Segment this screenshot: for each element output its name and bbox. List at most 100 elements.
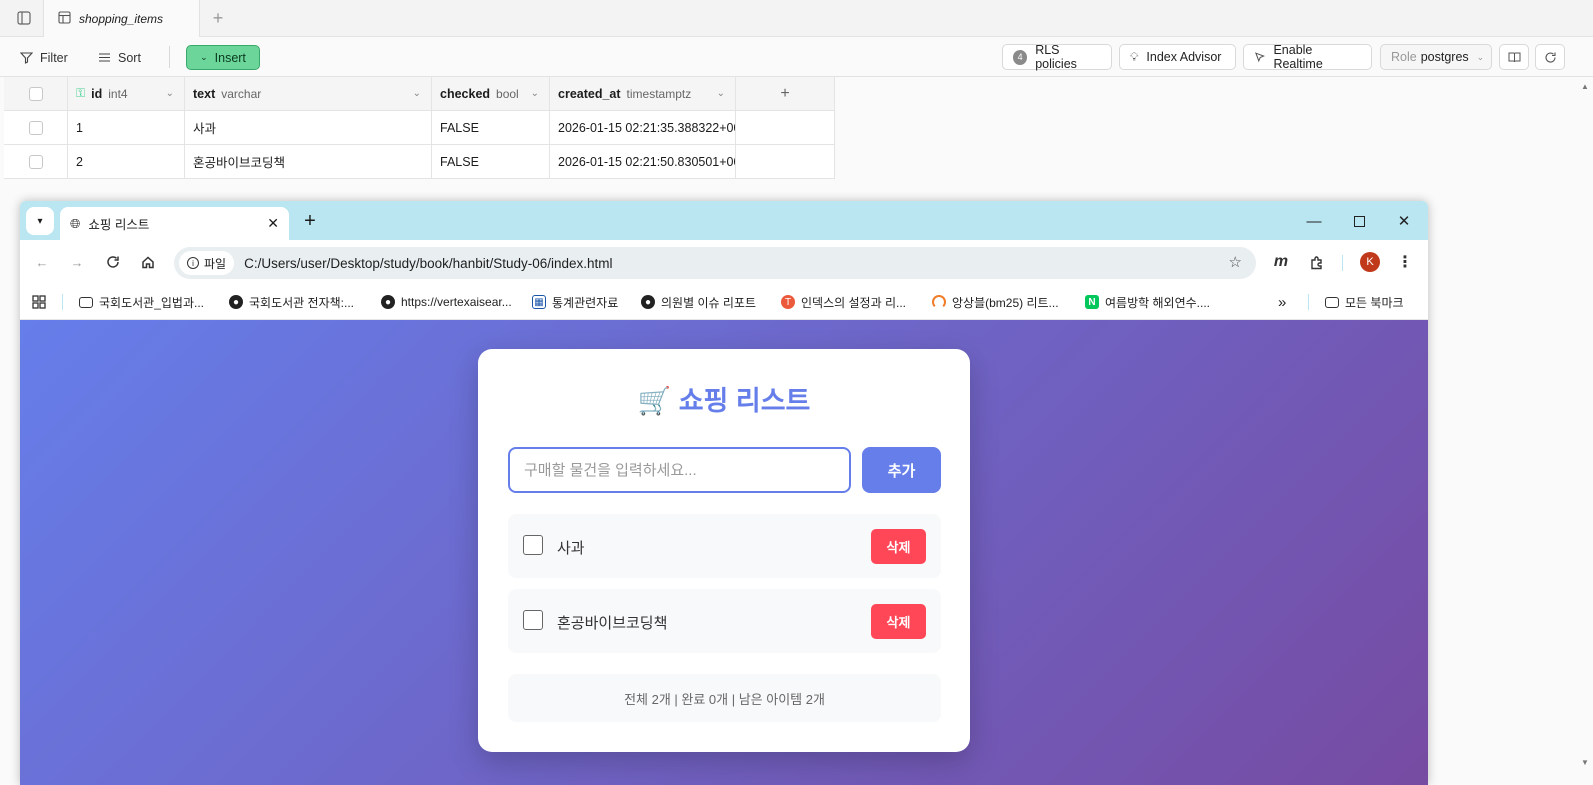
index-advisor-button[interactable]: 💡︎ Index Advisor bbox=[1119, 44, 1236, 70]
row-checkbox[interactable] bbox=[28, 120, 43, 135]
column-header-id[interactable]: ⚿ id int4 ⌄ bbox=[68, 77, 185, 110]
browser-tab[interactable]: 🌐︎ 쇼핑 리스트 ✕ bbox=[60, 207, 289, 240]
column-type: varchar bbox=[221, 86, 262, 101]
add-button[interactable]: 추가 bbox=[862, 447, 941, 493]
all-bookmarks-label: 모든 북마크 bbox=[1345, 295, 1404, 310]
rls-count-badge: 4 bbox=[1013, 49, 1028, 65]
chevron-down-icon[interactable]: ⌄ bbox=[413, 88, 421, 99]
extensions-puzzle-icon[interactable] bbox=[1305, 250, 1329, 274]
bookmark-item[interactable]: T 인덱스의 설정과 리... bbox=[781, 293, 906, 311]
cell-text[interactable]: 사과 bbox=[185, 111, 432, 144]
rls-label: RLS policies bbox=[1035, 43, 1077, 71]
add-column-button[interactable]: + bbox=[736, 77, 835, 110]
site-info-chip[interactable]: i 파일 bbox=[179, 251, 235, 275]
column-name: created_at bbox=[558, 86, 621, 101]
bookmark-item[interactable]: ● 의원별 이슈 리포트 bbox=[641, 293, 756, 311]
bookmark-item[interactable]: N 여름방학 해외연수.... bbox=[1085, 293, 1210, 311]
column-header-checked[interactable]: checked bool ⌄ bbox=[432, 77, 550, 110]
close-window-icon[interactable]: ✕ bbox=[1392, 209, 1416, 233]
more-bookmarks-chevron-icon[interactable]: » bbox=[1278, 293, 1286, 311]
editor-tabbar: shopping_items + bbox=[0, 0, 1593, 37]
row-checkbox[interactable] bbox=[28, 154, 43, 169]
column-header-text[interactable]: text varchar ⌄ bbox=[185, 77, 432, 110]
bookmark-item[interactable]: 국회도서관_입법과... bbox=[79, 293, 204, 311]
browser-titlebar: ▾ 🌐︎ 쇼핑 리스트 ✕ + — ✕ bbox=[20, 201, 1428, 240]
apps-grid-icon[interactable] bbox=[32, 293, 46, 311]
item-checkbox[interactable] bbox=[523, 535, 543, 555]
sidebar-toggle-icon[interactable] bbox=[4, 0, 44, 36]
column-type: timestamptz bbox=[626, 86, 692, 101]
back-arrow-icon[interactable]: ← bbox=[30, 250, 54, 274]
bookmark-label: 앙상블(bm25) 리트... bbox=[952, 295, 1059, 310]
extension-m-icon[interactable]: m bbox=[1269, 250, 1293, 274]
all-bookmarks-folder[interactable]: 모든 북마크 bbox=[1325, 293, 1404, 311]
delete-button[interactable]: 삭제 bbox=[871, 604, 926, 639]
home-icon[interactable] bbox=[136, 250, 160, 274]
tab-search-button[interactable]: ▾ bbox=[26, 207, 54, 235]
close-tab-icon[interactable]: ✕ bbox=[267, 215, 279, 232]
bookmark-star-icon[interactable]: ☆ bbox=[1229, 253, 1242, 271]
sort-button[interactable]: Sort bbox=[90, 45, 149, 70]
stats-doc-icon: ▦ bbox=[532, 295, 546, 309]
role-select[interactable]: Role postgres ⌄ bbox=[1380, 44, 1492, 70]
cell-id[interactable]: 1 bbox=[68, 111, 185, 144]
cell-created-at[interactable]: 2026-01-15 02:21:50.830501+00 bbox=[550, 145, 736, 178]
cell-id[interactable]: 2 bbox=[68, 145, 185, 178]
new-item-input[interactable] bbox=[508, 447, 851, 493]
bookmark-label: 통계관련자료 bbox=[552, 295, 619, 310]
bookmark-item[interactable]: ▦ 통계관련자료 bbox=[532, 293, 618, 311]
filter-button[interactable]: Filter bbox=[12, 45, 76, 70]
sort-icon bbox=[99, 53, 110, 62]
insert-button[interactable]: ⌄ Insert bbox=[186, 45, 260, 70]
minimize-icon[interactable]: — bbox=[1302, 209, 1326, 233]
data-grid: ⚿ id int4 ⌄ text varchar ⌄ checked bool … bbox=[4, 77, 835, 179]
add-tab-button[interactable]: + bbox=[206, 6, 230, 30]
arc-icon bbox=[932, 295, 946, 309]
forward-arrow-icon[interactable]: → bbox=[65, 250, 89, 274]
bookmark-item[interactable]: ● 국회도서관 전자책:... bbox=[229, 293, 354, 311]
stats-summary: 전체 2개 | 완료 0개 | 남은 아이템 2개 bbox=[508, 674, 941, 722]
item-text: 사과 bbox=[557, 540, 585, 557]
table-row[interactable]: 1 사과 FALSE 2026-01-15 02:21:35.388322+00 bbox=[4, 111, 835, 145]
bookmark-item[interactable]: ● https://vertexaisear... bbox=[381, 293, 512, 311]
bookmark-item[interactable]: 앙상블(bm25) 리트... bbox=[932, 293, 1059, 311]
naver-icon: N bbox=[1085, 295, 1099, 309]
bookmark-label: 의원별 이슈 리포트 bbox=[661, 295, 756, 310]
globe-icon: ● bbox=[381, 295, 395, 309]
bookmark-label: https://vertexaisear... bbox=[401, 295, 512, 309]
enable-realtime-button[interactable]: Enable Realtime bbox=[1243, 43, 1372, 71]
file-label: 파일 bbox=[204, 256, 227, 271]
scroll-up-arrow-icon[interactable]: ▲ bbox=[1581, 82, 1591, 91]
sort-label: Sort bbox=[118, 50, 141, 65]
table-row[interactable]: 2 혼공바이브코딩책 FALSE 2026-01-15 02:21:50.830… bbox=[4, 145, 835, 179]
kebab-menu-icon[interactable]: ⋮ bbox=[1393, 250, 1417, 274]
cell-checked[interactable]: FALSE bbox=[432, 145, 550, 178]
role-value: postgres bbox=[1420, 50, 1469, 64]
address-bar[interactable]: i 파일 C:/Users/user/Desktop/study/book/ha… bbox=[174, 247, 1256, 279]
cell-created-at[interactable]: 2026-01-15 02:21:35.388322+00 bbox=[550, 111, 736, 144]
scroll-down-arrow-icon[interactable]: ▼ bbox=[1581, 758, 1591, 767]
chevron-down-icon: ▾ bbox=[37, 215, 43, 227]
profile-avatar[interactable]: K bbox=[1358, 250, 1382, 274]
item-checkbox[interactable] bbox=[523, 610, 543, 630]
reload-icon[interactable] bbox=[101, 250, 125, 274]
chevron-down-icon[interactable]: ⌄ bbox=[717, 88, 725, 99]
chevron-down-icon[interactable]: ⌄ bbox=[531, 88, 539, 99]
cell-text[interactable]: 혼공바이브코딩책 bbox=[185, 145, 432, 178]
column-type: bool bbox=[496, 86, 519, 101]
maximize-icon[interactable] bbox=[1347, 209, 1371, 233]
row-select-cell bbox=[4, 145, 68, 178]
column-header-created-at[interactable]: created_at timestamptz ⌄ bbox=[550, 77, 736, 110]
table-icon bbox=[58, 10, 71, 27]
select-all-checkbox[interactable] bbox=[28, 86, 43, 101]
new-tab-button[interactable]: + bbox=[298, 209, 322, 233]
rls-policies-button[interactable]: 4 RLS policies bbox=[1002, 43, 1112, 71]
chevron-down-icon[interactable]: ⌄ bbox=[166, 88, 174, 99]
profile-initial: K bbox=[1360, 252, 1380, 272]
cell-checked[interactable]: FALSE bbox=[432, 111, 550, 144]
refresh-button[interactable] bbox=[1535, 44, 1565, 70]
delete-button[interactable]: 삭제 bbox=[871, 529, 926, 564]
tab-shopping-items[interactable]: shopping_items bbox=[44, 0, 200, 37]
globe-icon: 🌐︎ bbox=[70, 215, 81, 231]
docs-button[interactable] bbox=[1499, 44, 1529, 70]
